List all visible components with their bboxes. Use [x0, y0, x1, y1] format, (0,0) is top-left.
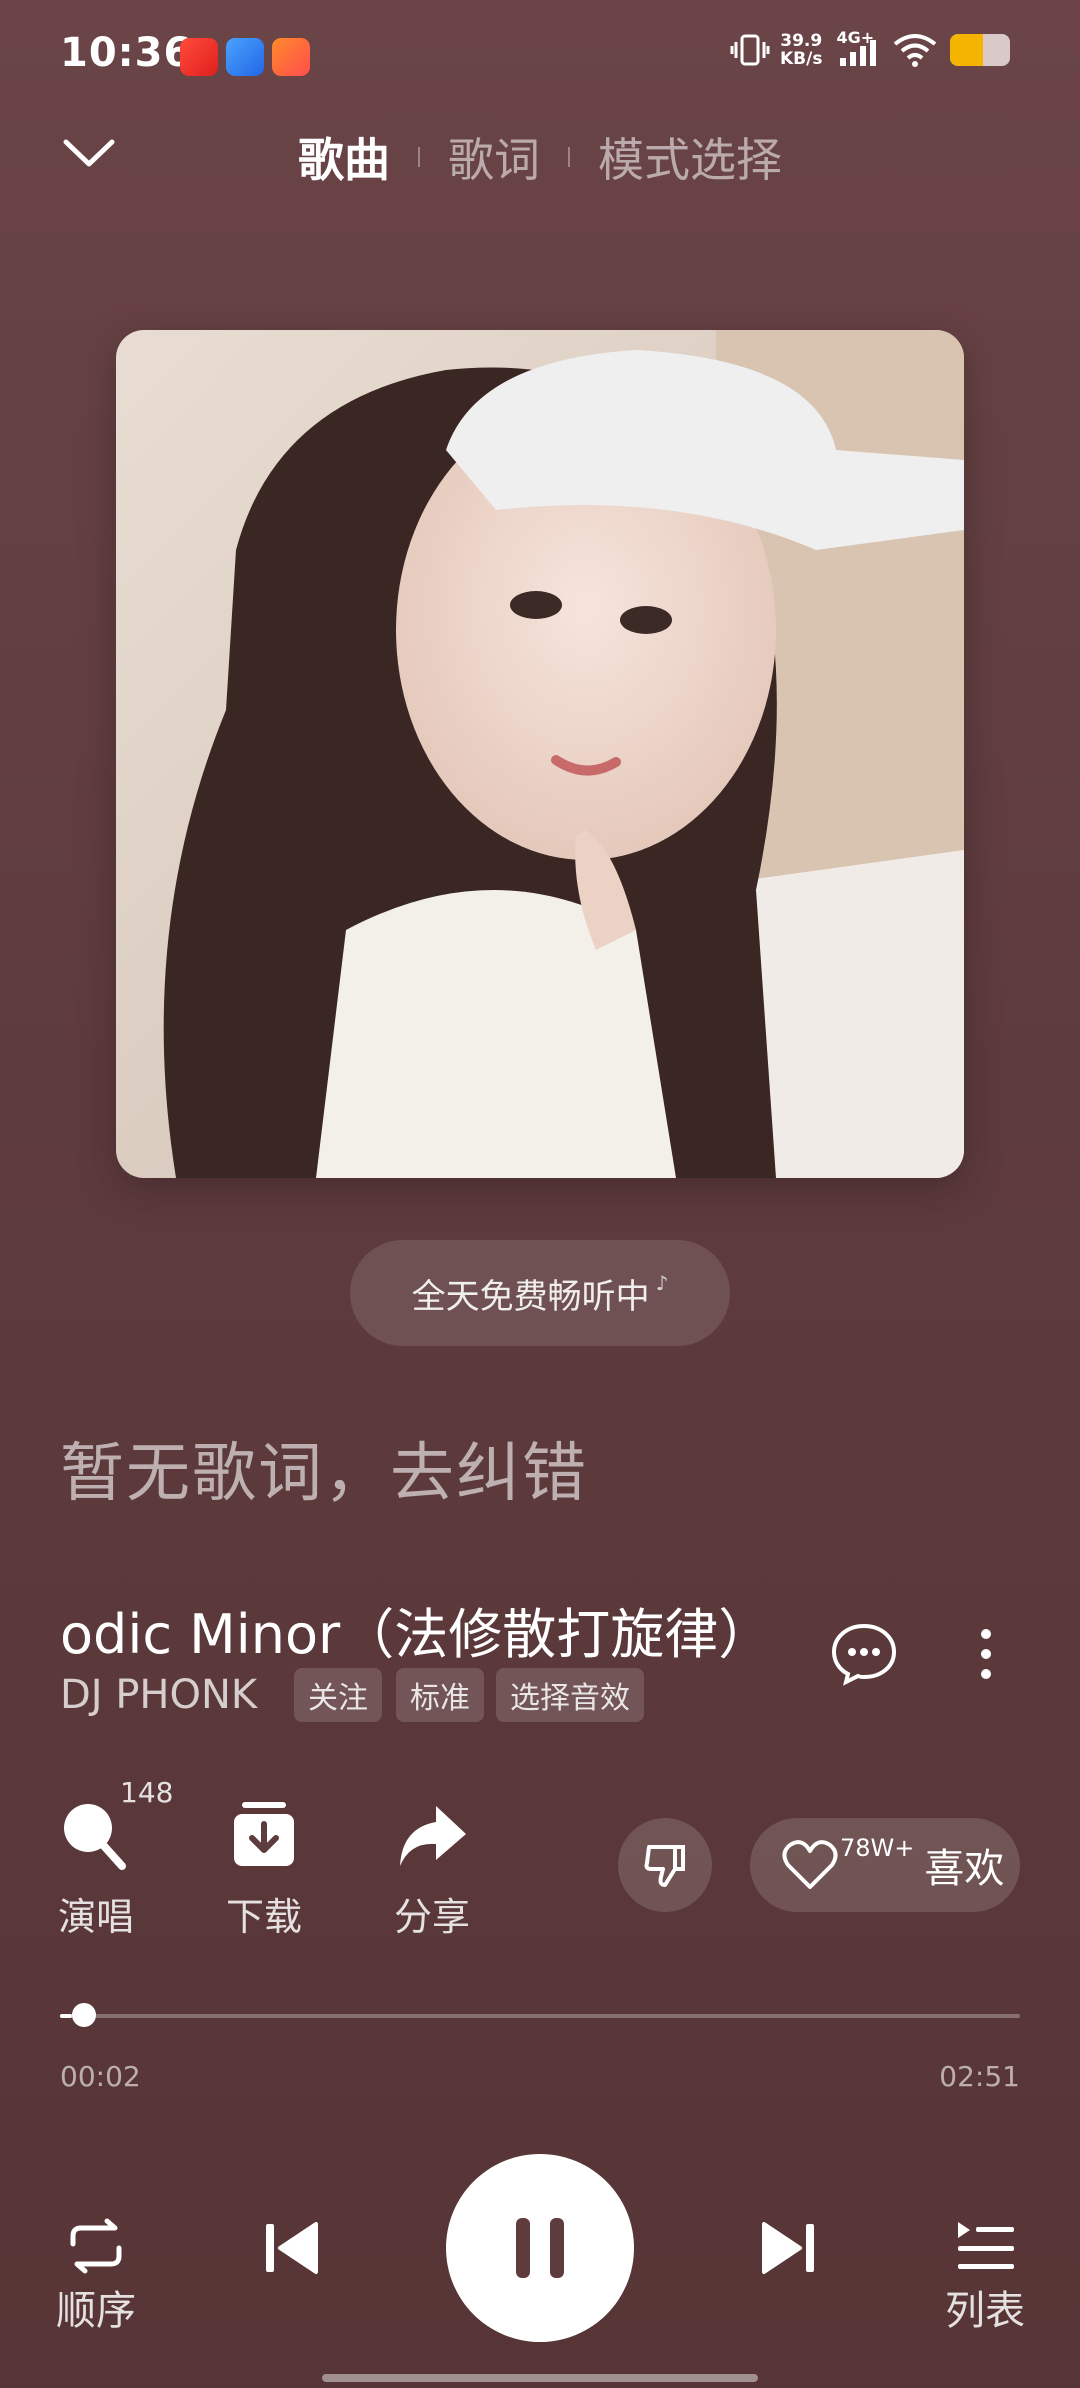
- app-icon-red: [180, 38, 218, 76]
- quality-tag[interactable]: 标准: [396, 1668, 484, 1722]
- progress-track[interactable]: [60, 2014, 1020, 2018]
- share-icon: [400, 1806, 466, 1866]
- share-button[interactable]: 分享: [372, 1800, 492, 1941]
- no-lyrics-message[interactable]: 暂无歌词，去纠错: [60, 1422, 588, 1514]
- app-icon-orange: [272, 38, 310, 76]
- tab-divider: [418, 147, 420, 167]
- like-label: 喜欢: [924, 1846, 1005, 1892]
- battery-icon: [950, 34, 1011, 66]
- play-mode-button[interactable]: 顺序: [56, 2218, 136, 2336]
- pause-button[interactable]: [446, 2154, 634, 2342]
- next-track-icon[interactable]: [758, 2218, 818, 2278]
- song-title: odic Minor（法修散打旋律）: [60, 1603, 760, 1666]
- download-icon: [234, 1802, 294, 1866]
- album-cover[interactable]: [116, 330, 964, 1178]
- pause-icon: [516, 2218, 564, 2278]
- wifi-icon: [894, 34, 937, 67]
- tab-mode-select[interactable]: 模式选择: [598, 124, 782, 190]
- comment-icon[interactable]: [830, 1622, 898, 1686]
- sound-effect-tag[interactable]: 选择音效: [496, 1668, 644, 1722]
- network-speed: 39.9 KB/s: [780, 31, 823, 69]
- artist-name[interactable]: DJ PHONK: [60, 1672, 257, 1718]
- playlist-button[interactable]: 列表: [944, 2218, 1026, 2336]
- tab-lyrics[interactable]: 歌词: [448, 124, 540, 190]
- follow-tag[interactable]: 关注: [294, 1668, 382, 1722]
- home-indicator[interactable]: [322, 2374, 758, 2382]
- status-time: 10:36: [60, 30, 193, 76]
- signal-icon: 4G+: [836, 28, 882, 68]
- playlist-icon: [958, 2222, 1014, 2269]
- repeat-icon: [70, 2218, 122, 2274]
- sing-button[interactable]: 演唱: [36, 1800, 156, 1941]
- progress-fill: [60, 2014, 72, 2018]
- vibrate-icon: [730, 34, 770, 66]
- heart-icon: [782, 1840, 838, 1889]
- microphone-icon: [64, 1804, 126, 1870]
- thumbs-down-icon: [644, 1845, 685, 1887]
- app-icon-blue: [226, 38, 264, 76]
- header-tabs: 歌曲 歌词 模式选择: [0, 124, 1080, 190]
- status-icons: 39.9 KB/s 4G+: [730, 28, 1011, 69]
- download-button[interactable]: 下载: [204, 1800, 324, 1941]
- free-listen-banner[interactable]: 全天免费畅听中 ♪: [350, 1240, 730, 1346]
- dislike-button[interactable]: [618, 1818, 712, 1912]
- tab-song[interactable]: 歌曲: [298, 124, 390, 190]
- previous-track-icon[interactable]: [262, 2218, 322, 2278]
- music-note-icon: ♪: [655, 1271, 669, 1295]
- like-count: 78W+: [840, 1834, 915, 1862]
- current-time: 00:02: [60, 2060, 141, 2093]
- progress-knob[interactable]: [71, 2003, 96, 2027]
- like-button[interactable]: 78W+ 喜欢: [750, 1818, 1020, 1912]
- more-options-icon[interactable]: [978, 1626, 994, 1682]
- total-time: 02:51: [939, 2060, 1020, 2093]
- tab-divider: [568, 147, 570, 167]
